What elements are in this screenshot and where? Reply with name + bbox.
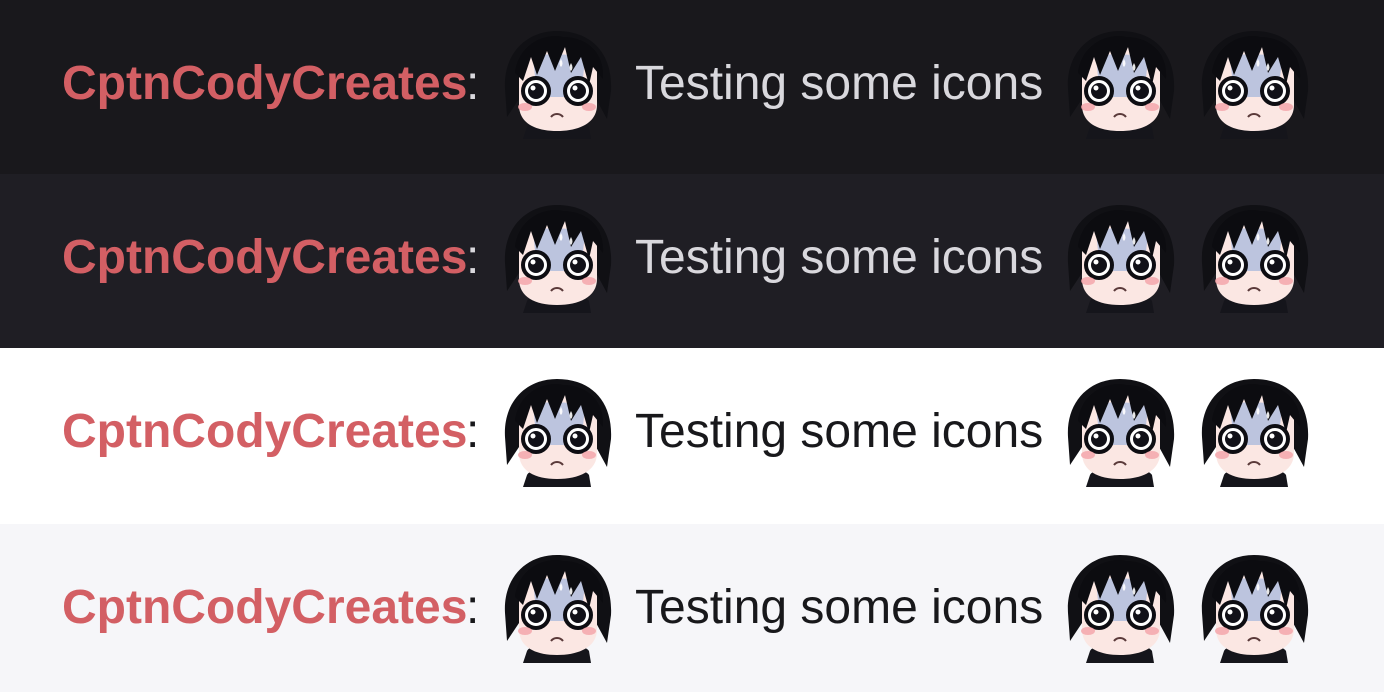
anime-chibi-nervous-face-icon[interactable] <box>501 375 613 487</box>
separator: : <box>466 405 480 458</box>
anime-chibi-nervous-face-icon[interactable] <box>1064 27 1176 139</box>
chat-message: Testing some icons <box>635 57 1044 110</box>
anime-chibi-nervous-face-icon[interactable] <box>501 201 613 313</box>
separator: : <box>466 57 480 110</box>
username[interactable]: CptnCodyCreates <box>62 230 467 286</box>
username[interactable]: CptnCodyCreates <box>62 56 467 112</box>
anime-chibi-nervous-face-icon[interactable] <box>1198 375 1310 487</box>
anime-chibi-nervous-face-icon[interactable] <box>1064 375 1176 487</box>
anime-chibi-nervous-face-icon[interactable] <box>1064 551 1176 663</box>
username[interactable]: CptnCodyCreates <box>62 404 467 460</box>
chat-message: Testing some icons <box>635 231 1044 284</box>
chat-message: Testing some icons <box>635 405 1044 458</box>
anime-chibi-nervous-face-icon[interactable] <box>1198 201 1310 313</box>
chat-row-dark: CptnCodyCreates : Testing some icons <box>0 0 1384 174</box>
chat-message: Testing some icons <box>635 581 1044 634</box>
username[interactable]: CptnCodyCreates <box>62 580 467 636</box>
anime-chibi-nervous-face-icon[interactable] <box>501 551 613 663</box>
anime-chibi-nervous-face-icon[interactable] <box>1198 27 1310 139</box>
chat-row-dark-alt: CptnCodyCreates : Testing some icons <box>0 174 1384 348</box>
chat-row-light-alt: CptnCodyCreates : Testing some icons <box>0 524 1384 692</box>
anime-chibi-nervous-face-icon[interactable] <box>501 27 613 139</box>
anime-chibi-nervous-face-icon[interactable] <box>1064 201 1176 313</box>
separator: : <box>466 231 480 284</box>
separator: : <box>466 581 480 634</box>
chat-row-light: CptnCodyCreates : Testing some icons <box>0 348 1384 524</box>
chat-preview: CptnCodyCreates : Testing some icons Cpt… <box>0 0 1384 692</box>
anime-chibi-nervous-face-icon[interactable] <box>1198 551 1310 663</box>
